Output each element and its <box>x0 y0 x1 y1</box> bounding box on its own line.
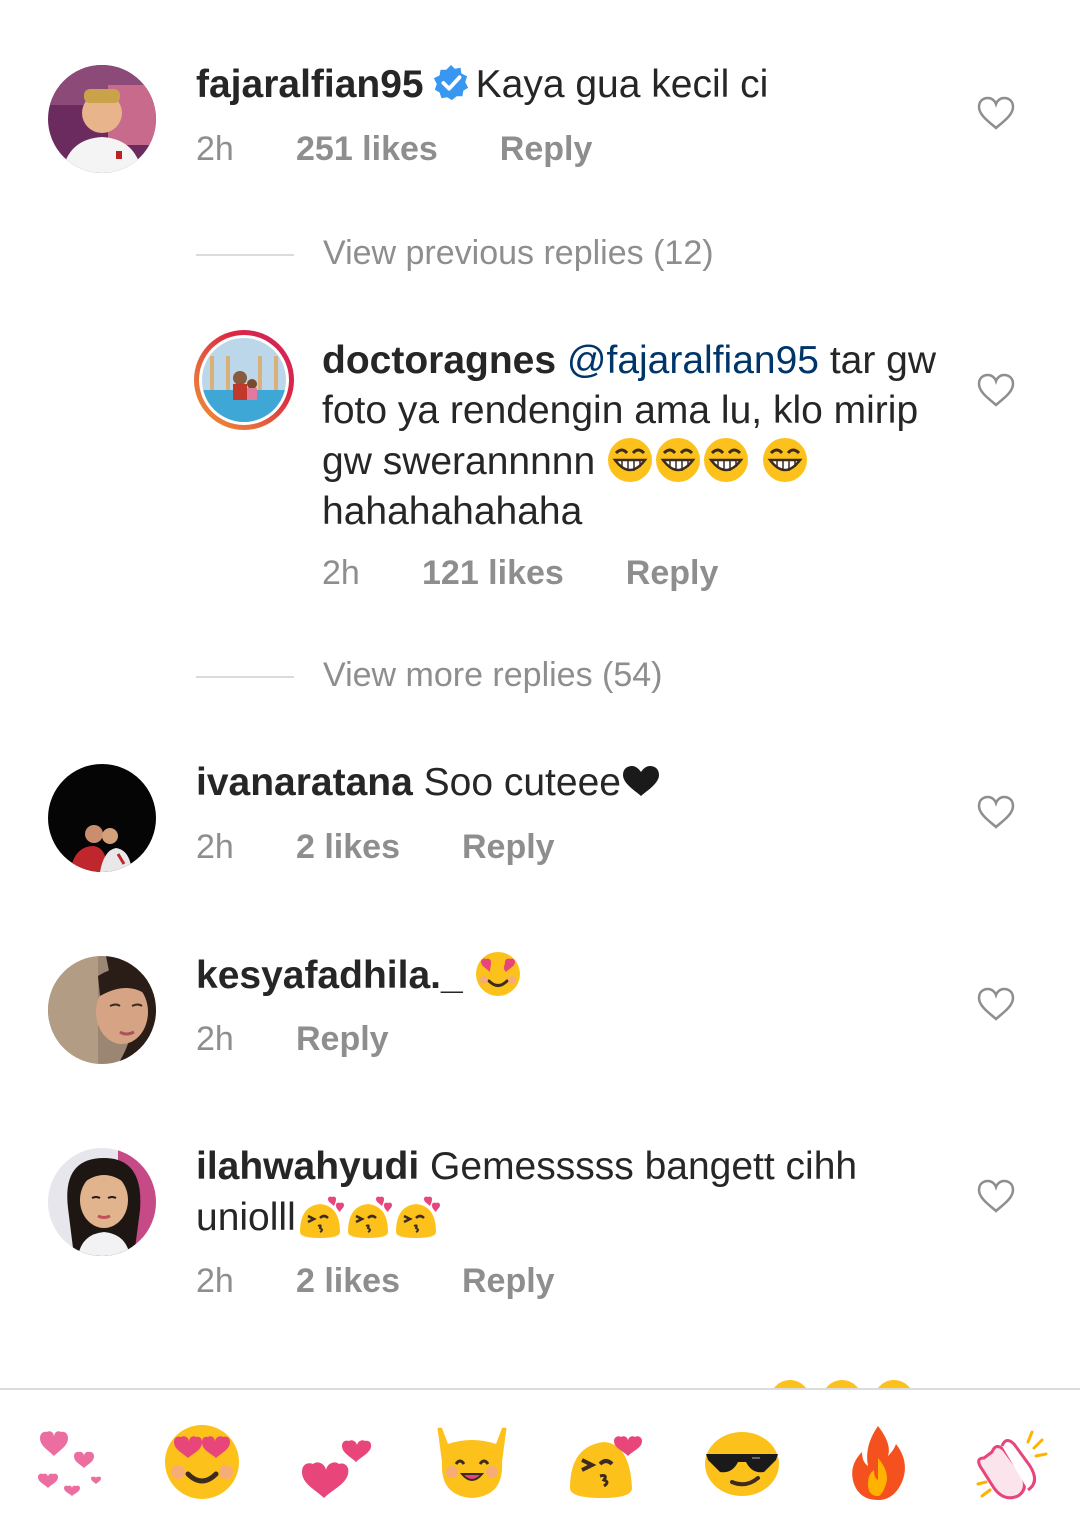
avatar-photo <box>48 1148 156 1256</box>
clapping-icon[interactable] <box>972 1422 1052 1502</box>
reply-button[interactable]: Reply <box>296 1020 389 1059</box>
reply-button[interactable]: Reply <box>462 1262 555 1301</box>
username[interactable]: ivanaratana <box>196 761 413 804</box>
verified-badge-icon <box>432 64 470 102</box>
like-heart-icon[interactable] <box>977 373 1015 407</box>
heart-eyes-emoji-icon <box>474 950 522 998</box>
emoji-quick-bar <box>0 1388 1080 1531</box>
heart-eyes-icon[interactable] <box>162 1422 242 1502</box>
avatar[interactable] <box>194 330 294 430</box>
likes-count[interactable]: 251 likes <box>296 130 438 169</box>
likes-count[interactable]: 121 likes <box>422 554 564 593</box>
hearts-icon[interactable] <box>26 1422 106 1502</box>
like-heart-icon[interactable] <box>977 795 1015 829</box>
comment-text: Kaya gua kecil ci <box>475 63 769 106</box>
divider-line <box>196 676 294 678</box>
kissing-heart-icon[interactable] <box>566 1422 646 1502</box>
fire-icon[interactable] <box>838 1422 918 1502</box>
grinning-tears-emoji-icon <box>654 436 702 484</box>
comment-time: 2h <box>196 1262 234 1300</box>
comment-text: Gemesssss bangett cihh <box>430 1145 858 1188</box>
sunglasses-icon[interactable] <box>702 1422 782 1502</box>
kissing-heart-emoji-icon <box>296 1192 344 1240</box>
avatar-photo <box>48 65 156 173</box>
comment-text-line2: uniolll <box>196 1196 296 1239</box>
divider-line <box>196 254 294 256</box>
comment-time: 2h <box>196 1020 234 1058</box>
comment-text-tail: hahahahahaha <box>322 490 583 533</box>
avatar[interactable] <box>48 1148 156 1256</box>
like-heart-icon[interactable] <box>977 1179 1015 1213</box>
username[interactable]: fajaralfian95 <box>196 63 424 106</box>
view-more-replies[interactable]: View more replies (54) <box>196 656 796 696</box>
view-previous-replies-label: View previous replies (12) <box>323 234 714 272</box>
avatar-photo <box>202 338 286 422</box>
grinning-tears-emoji-icon <box>702 436 750 484</box>
kissing-heart-emoji-icon <box>344 1192 392 1240</box>
avatar[interactable] <box>48 764 156 872</box>
grinning-tears-emoji-icon <box>761 436 809 484</box>
avatar[interactable] <box>48 956 156 1064</box>
two-hearts-icon[interactable] <box>298 1422 378 1502</box>
username[interactable]: doctoragnes <box>322 339 556 382</box>
next-comment-peek <box>770 1380 920 1388</box>
kissing-heart-emoji-icon <box>392 1192 440 1240</box>
likes-count[interactable]: 2 likes <box>296 828 400 867</box>
like-heart-icon[interactable] <box>977 96 1015 130</box>
username[interactable]: ilahwahyudi <box>196 1145 419 1188</box>
reply-button[interactable]: Reply <box>626 554 719 593</box>
reply-button[interactable]: Reply <box>462 828 555 867</box>
avatar[interactable] <box>48 65 156 173</box>
like-heart-icon[interactable] <box>977 987 1015 1021</box>
reply-button[interactable]: Reply <box>500 130 593 169</box>
avatar-photo <box>48 764 156 872</box>
view-more-replies-label: View more replies (54) <box>323 656 663 694</box>
grinning-tears-emoji-icon <box>606 436 654 484</box>
comment-time: 2h <box>196 130 234 168</box>
black-heart-icon <box>621 762 661 798</box>
avatar-photo <box>48 956 156 1064</box>
raised-hands-icon[interactable] <box>432 1422 512 1502</box>
comment-time: 2h <box>196 828 234 866</box>
comment-text: Soo cuteee <box>423 761 621 804</box>
mention-link[interactable]: @fajaralfian95 <box>567 339 819 382</box>
comment-time: 2h <box>322 554 360 592</box>
likes-count[interactable]: 2 likes <box>296 1262 400 1301</box>
view-previous-replies[interactable]: View previous replies (12) <box>196 234 796 274</box>
username[interactable]: kesyafadhila._ <box>196 954 463 997</box>
